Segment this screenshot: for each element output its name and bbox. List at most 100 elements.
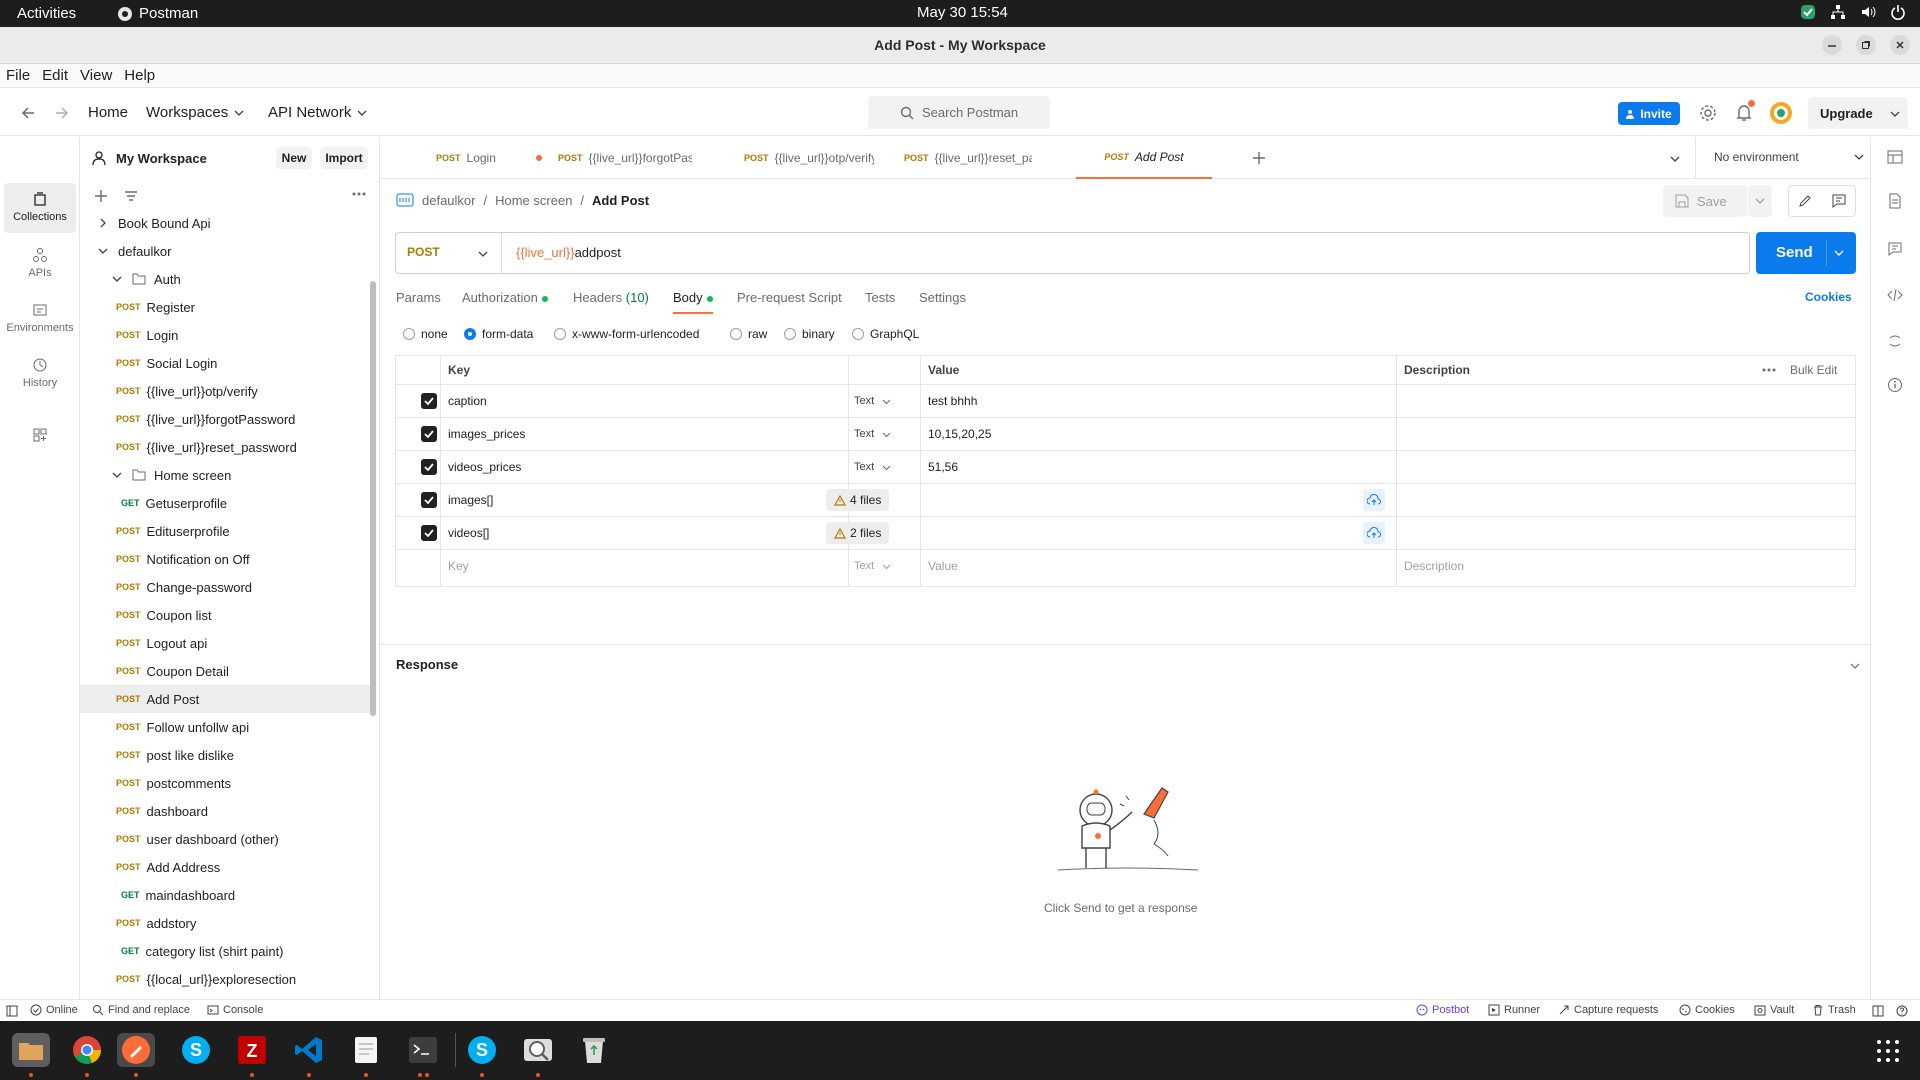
upload-file-button[interactable]: [1363, 489, 1385, 511]
vault-button[interactable]: Vault: [1754, 1004, 1794, 1016]
sidebar-collection[interactable]: defaulkor: [80, 237, 370, 265]
sidebar-request[interactable]: POST Edituserprofile: [80, 517, 370, 545]
file-chip[interactable]: 2 files: [826, 522, 890, 544]
row-key[interactable]: images_prices: [448, 427, 525, 441]
row-key[interactable]: caption: [448, 394, 487, 408]
trash-button[interactable]: Trash: [1812, 1004, 1856, 1016]
sidebar-request[interactable]: POST Notification on Off: [80, 545, 370, 573]
help-icon[interactable]: [1896, 1005, 1908, 1017]
row-key[interactable]: videos_prices: [448, 460, 521, 474]
menu-help[interactable]: Help: [124, 67, 155, 84]
find-replace-button[interactable]: Find and replace: [92, 1004, 190, 1016]
sidebar-request[interactable]: POST postcomments: [80, 769, 370, 797]
sidebar-request[interactable]: GET Getuserprofile: [80, 489, 370, 517]
update-check-icon[interactable]: [1800, 4, 1816, 20]
two-pane-icon[interactable]: [1872, 1005, 1884, 1017]
body-mode-graphql[interactable]: GraphQL: [852, 327, 919, 341]
rail-apis[interactable]: APIs: [4, 247, 76, 293]
sidebar-request[interactable]: POST Login: [80, 321, 370, 349]
method-select[interactable]: POST: [396, 233, 502, 273]
restore-button[interactable]: [1856, 35, 1876, 55]
tab-authorization[interactable]: Authorization: [462, 290, 548, 305]
response-title[interactable]: Response: [396, 657, 458, 672]
tabs-overflow-chevron-icon[interactable]: [1670, 154, 1680, 164]
rail-configure[interactable]: [4, 427, 76, 451]
terminal-app-icon[interactable]: [404, 1033, 442, 1067]
invite-button[interactable]: Invite: [1618, 102, 1680, 125]
forward-arrow-icon[interactable]: [54, 105, 70, 121]
comments-icon[interactable]: [1887, 241, 1903, 257]
notifications-button[interactable]: [1735, 100, 1755, 123]
home-link[interactable]: Home: [88, 104, 128, 121]
system-clock[interactable]: May 30 15:54: [917, 4, 1008, 21]
sidebar-scrollbar[interactable]: [370, 281, 376, 716]
power-icon[interactable]: [1890, 4, 1906, 20]
sidebar-request[interactable]: POST Register: [80, 293, 370, 321]
sidebar-request[interactable]: POST addstory: [80, 909, 370, 937]
chevron-down-icon[interactable]: [112, 274, 122, 284]
vscode-app-icon[interactable]: [290, 1033, 328, 1067]
image-viewer-app-icon[interactable]: [519, 1033, 557, 1067]
minimize-button[interactable]: [1822, 35, 1842, 55]
row-description[interactable]: [1404, 422, 1844, 446]
row-checkbox[interactable]: [421, 492, 437, 508]
active-app-indicator[interactable]: Postman: [117, 5, 198, 22]
close-button[interactable]: [1890, 35, 1910, 55]
tab-reset-password[interactable]: POST {{live_url}}reset_passw: [904, 137, 1032, 179]
sidebar-request[interactable]: POST Change-password: [80, 573, 370, 601]
sidebar-request[interactable]: POST Logout api: [80, 629, 370, 657]
sidebar-request[interactable]: GET maindashboard: [80, 881, 370, 909]
chevron-down-icon[interactable]: [1890, 109, 1900, 119]
row-value[interactable]: test bhhh: [928, 394, 977, 408]
row-checkbox[interactable]: [421, 525, 437, 541]
system-tray[interactable]: [1800, 4, 1906, 20]
save-options-button[interactable]: [1748, 185, 1772, 217]
sidebar-request[interactable]: POST {{local_url}}exploresection: [80, 965, 370, 993]
tab-tests[interactable]: Tests: [865, 290, 895, 305]
menu-view[interactable]: View: [80, 67, 112, 84]
tab-login[interactable]: POST Login: [436, 137, 506, 179]
window-title-bar[interactable]: Add Post - My Workspace: [0, 27, 1920, 64]
row-checkbox[interactable]: [421, 426, 437, 442]
code-icon[interactable]: [1887, 287, 1903, 303]
row-description[interactable]: [1404, 389, 1844, 413]
tab-params[interactable]: Params: [396, 290, 441, 305]
postman-dock-icon[interactable]: [117, 1033, 155, 1067]
workspaces-dropdown[interactable]: Workspaces: [146, 104, 244, 121]
sidebar-request[interactable]: POST post like dislike: [80, 741, 370, 769]
environment-quick-look-icon[interactable]: [1887, 149, 1903, 165]
cookies-button[interactable]: Cookies: [1679, 1004, 1735, 1016]
sidebar-request[interactable]: GET category list (shirt paint): [80, 937, 370, 965]
tab-otp-verify[interactable]: POST {{live_url}}otp/verify: [744, 137, 874, 179]
body-mode-urlencoded[interactable]: x-www-form-urlencoded: [554, 327, 699, 341]
body-mode-raw[interactable]: raw: [730, 327, 767, 341]
documentation-icon[interactable]: [1887, 193, 1903, 209]
pencil-icon[interactable]: [1798, 194, 1812, 208]
tab-forgot-password[interactable]: POST {{live_url}}forgotPassw: [558, 137, 692, 179]
upload-file-button[interactable]: [1363, 522, 1385, 544]
upgrade-button[interactable]: Upgrade: [1808, 97, 1908, 129]
sidebar-request[interactable]: POST Add Post: [80, 685, 370, 713]
body-mode-binary[interactable]: binary: [784, 327, 835, 341]
bulk-edit-link[interactable]: Bulk Edit: [1790, 356, 1837, 384]
breadcrumb-collection[interactable]: defaulkor: [422, 193, 475, 208]
chevron-right-icon[interactable]: [98, 218, 108, 228]
row-checkbox[interactable]: [421, 393, 437, 409]
sidebar-request[interactable]: POST Coupon list: [80, 601, 370, 629]
file-chip[interactable]: 4 files: [826, 489, 890, 511]
sidebar-folder[interactable]: Auth: [80, 265, 370, 293]
environment-selector[interactable]: No environment: [1714, 150, 1864, 164]
row-key[interactable]: videos[]: [448, 526, 489, 540]
row-type-select[interactable]: Text: [854, 395, 891, 407]
row-description[interactable]: [1404, 455, 1844, 479]
toggle-sidebar-icon[interactable]: [6, 1005, 18, 1017]
runner-button[interactable]: Runner: [1488, 1004, 1540, 1016]
rail-collections[interactable]: Collections: [4, 183, 76, 233]
volume-icon[interactable]: [1860, 4, 1876, 20]
body-mode-form-data[interactable]: form-data: [464, 327, 533, 341]
row-type-select[interactable]: Text: [854, 560, 891, 572]
row-type-select[interactable]: Text: [854, 428, 891, 440]
chevron-down-icon[interactable]: [1850, 661, 1860, 671]
sidebar-request[interactable]: POST Coupon Detail: [80, 657, 370, 685]
online-status[interactable]: Online: [30, 1004, 78, 1016]
